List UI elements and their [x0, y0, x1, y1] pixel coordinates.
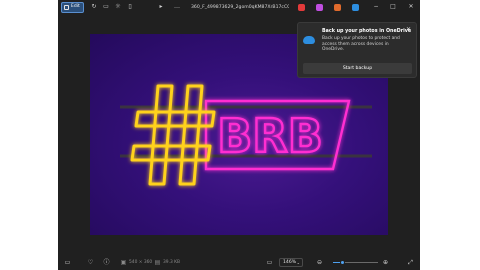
image-dimensions-icon: ▣ — [120, 259, 127, 266]
onedrive-app-icon[interactable] — [352, 4, 359, 11]
designer-app-icon[interactable] — [334, 4, 341, 11]
close-window-icon[interactable]: ✕ — [407, 3, 415, 11]
close-notification-icon[interactable]: ✕ — [406, 27, 411, 33]
favorite-heart-icon[interactable]: ♡ — [87, 259, 94, 266]
maximize-icon[interactable]: □ — [389, 3, 397, 11]
crop-icon[interactable]: ▭ — [103, 4, 109, 10]
neon-brb-text: BRB — [217, 109, 323, 163]
share-app-icon[interactable] — [298, 4, 305, 11]
filmstrip-icon[interactable]: ▭ — [64, 259, 71, 266]
onedrive-cloud-icon — [303, 36, 315, 44]
more-icon[interactable]: … — [174, 4, 180, 10]
file-name: 360_F_499873629_2gom0qKM87XrB17cCCZA... — [191, 5, 289, 10]
zoom-slider[interactable] — [333, 260, 378, 265]
start-backup-button[interactable]: Start backup — [303, 63, 412, 74]
minimize-icon[interactable]: − — [372, 3, 380, 11]
neon-hash — [130, 84, 216, 186]
fullscreen-icon[interactable]: ⤢ — [407, 259, 414, 266]
zoom-out-icon[interactable]: ⊖ — [316, 259, 323, 266]
zoom-slider-thumb[interactable] — [340, 260, 345, 265]
photos-app-window: Edit ↻ ▭ ☼ ▯ ▸ … 360_F_499873629_2gom0qK… — [58, 0, 420, 270]
clipchamp-app-icon[interactable] — [316, 4, 323, 11]
delete-icon[interactable]: ▯ — [127, 4, 133, 10]
fit-to-window-icon[interactable]: ▭ — [266, 259, 273, 266]
zoom-level-dropdown[interactable]: 146% ⌄ — [279, 258, 303, 267]
rotate-icon[interactable]: ↻ — [91, 4, 97, 10]
edit-label: Edit — [71, 4, 80, 10]
edit-image-icon — [64, 5, 69, 10]
chevron-down-icon: ⌄ — [296, 260, 300, 265]
file-info-icon[interactable]: ⓘ — [103, 259, 110, 266]
adjust-icon[interactable]: ☼ — [115, 4, 121, 10]
top-toolbar: Edit ↻ ▭ ☼ ▯ ▸ … 360_F_499873629_2gom0qK… — [58, 0, 420, 15]
notification-title: Back up your photos in OneDrive — [322, 29, 412, 34]
zoom-in-icon[interactable]: ⊕ — [382, 259, 389, 266]
slideshow-icon[interactable]: ▸ — [158, 4, 164, 10]
bottom-statusbar: ▭ ♡ ⓘ ▣ 540 × 360 ▤ 39.3 KB ▭ 146% ⌄ ⊖ ⊕… — [58, 255, 420, 270]
file-size: 39.3 KB — [163, 260, 181, 265]
onedrive-backup-notification: Back up your photos in OneDrive ✕ Back u… — [297, 22, 417, 78]
image-dimensions: 540 × 360 — [129, 260, 153, 265]
zoom-level-value: 146% — [283, 260, 297, 265]
file-size-icon: ▤ — [154, 259, 161, 266]
edit-button[interactable]: Edit — [61, 2, 84, 13]
notification-body: Back up your photos to protect and acces… — [322, 36, 400, 53]
